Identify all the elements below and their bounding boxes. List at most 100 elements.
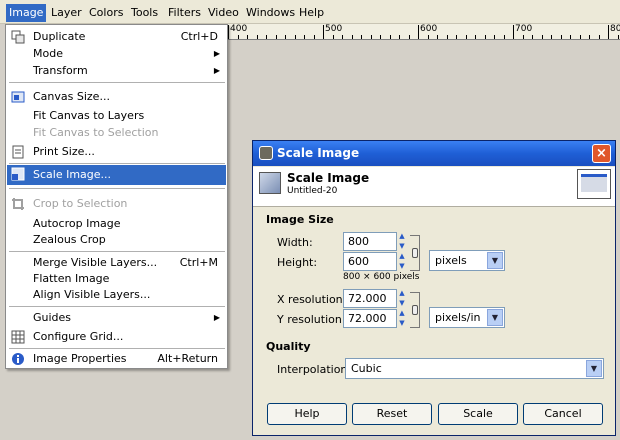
menu-windows[interactable]: Windows <box>243 5 298 21</box>
x-resolution-input[interactable]: 72.000 <box>343 289 397 308</box>
menu-item-label: Guides <box>33 311 72 324</box>
menu-item-transform[interactable]: Transform ▶ <box>7 62 226 80</box>
menu-item-image-properties[interactable]: Image Properties Alt+Return <box>7 350 226 368</box>
submenu-arrow-icon: ▶ <box>213 49 220 58</box>
ruler-tick <box>228 25 229 39</box>
ruler-tick <box>247 35 248 39</box>
menu-separator <box>9 188 225 189</box>
menu-item-label: Crop to Selection <box>33 197 128 210</box>
height-label: Height: <box>277 256 318 269</box>
menu-colors[interactable]: Colors <box>86 5 126 21</box>
menu-item-label: Scale Image... <box>33 168 112 181</box>
menu-item-mode[interactable]: Mode ▶ <box>7 45 226 63</box>
menu-item-zealous-crop[interactable]: Zealous Crop <box>7 231 226 249</box>
menu-item-print-size[interactable]: Print Size... <box>7 143 226 161</box>
ruler-tick <box>257 35 258 39</box>
header-title: Scale Image <box>287 171 370 185</box>
duplicate-icon <box>11 30 25 44</box>
menu-item-configure-grid[interactable]: Configure Grid... <box>7 328 226 346</box>
ruler-tick <box>532 35 533 39</box>
ruler-tick <box>428 35 429 39</box>
chevron-down-icon: ▼ <box>487 252 503 269</box>
app-icon <box>259 146 273 160</box>
x-resolution-spinner[interactable]: ▲ ▼ <box>397 289 407 308</box>
menu-separator <box>9 306 225 307</box>
size-note: 800 × 600 pixels <box>343 272 420 282</box>
ruler-tick <box>333 35 334 39</box>
interpolation-select[interactable]: Cubic ▼ <box>345 358 604 379</box>
menu-filters[interactable]: Filters <box>165 5 204 21</box>
menu-tools[interactable]: Tools <box>128 5 161 21</box>
resolution-unit-select[interactable]: pixels/in ▼ <box>429 307 505 328</box>
cancel-button[interactable]: Cancel <box>523 403 603 425</box>
y-resolution-input[interactable]: 72.000 <box>343 309 397 328</box>
menu-separator <box>9 251 225 252</box>
scale-image-dialog: Scale Image × Scale Image Untitled-20 Im… <box>252 140 616 436</box>
grid-icon <box>11 330 25 344</box>
ruler-tick <box>390 35 391 39</box>
menu-item-label: Mode <box>33 47 63 60</box>
ruler-tick <box>323 25 324 39</box>
help-button[interactable]: Help <box>267 403 347 425</box>
horizontal-ruler[interactable]: 400 500 600 700 800 <box>228 24 620 40</box>
ruler-tick <box>580 35 581 39</box>
ruler-tick <box>447 35 448 39</box>
ruler-tick <box>618 35 619 39</box>
width-spinner[interactable]: ▲ ▼ <box>397 232 407 251</box>
ruler-tick <box>608 25 609 39</box>
crop-icon <box>11 197 25 211</box>
menu-help[interactable]: Help <box>296 5 327 21</box>
scale-image-icon <box>11 167 25 181</box>
submenu-arrow-icon: ▶ <box>213 66 220 75</box>
height-spinner[interactable]: ▲ ▼ <box>397 252 407 271</box>
menu-item-fit-canvas-layers[interactable]: Fit Canvas to Layers <box>7 107 226 125</box>
print-size-icon <box>11 145 25 159</box>
ruler-tick <box>285 35 286 39</box>
menu-item-align-visible[interactable]: Align Visible Layers... <box>7 286 226 304</box>
menu-layer[interactable]: Layer <box>48 5 85 21</box>
ruler-tick <box>266 35 267 39</box>
ruler-tick <box>371 35 372 39</box>
ruler-tick <box>238 35 239 39</box>
ruler-tick <box>523 35 524 39</box>
ruler-tick <box>456 35 457 39</box>
menu-item-scale-image[interactable]: Scale Image... <box>7 165 226 185</box>
ruler-tick <box>466 35 467 39</box>
resolution-unit-value: pixels/in <box>435 311 481 324</box>
scale-button[interactable]: Scale <box>438 403 518 425</box>
ruler-tick <box>352 35 353 39</box>
chevron-down-icon: ▼ <box>487 309 503 326</box>
dialog-titlebar[interactable]: Scale Image × <box>253 141 615 166</box>
reset-button[interactable]: Reset <box>352 403 432 425</box>
dialog-title: Scale Image <box>277 146 360 160</box>
menu-video[interactable]: Video <box>205 5 242 21</box>
interpolation-label: Interpolation: <box>277 363 352 376</box>
ruler-tick <box>570 35 571 39</box>
menu-item-label: Zealous Crop <box>33 233 106 246</box>
image-menu: Duplicate Ctrl+D Mode ▶ Transform ▶ Canv… <box>5 24 228 369</box>
menu-item-canvas-size[interactable]: Canvas Size... <box>7 88 226 106</box>
menu-item-label: Print Size... <box>33 145 95 158</box>
dialog-header: Scale Image Untitled-20 <box>253 167 615 207</box>
y-resolution-spinner[interactable]: ▲ ▼ <box>397 309 407 328</box>
size-unit-select[interactable]: pixels ▼ <box>429 250 505 271</box>
y-resolution-label: Y resolution: <box>277 313 346 326</box>
ruler-tick <box>504 35 505 39</box>
width-input[interactable]: 800 <box>343 232 397 251</box>
menu-item-label: Duplicate <box>33 30 86 43</box>
x-resolution-label: X resolution: <box>277 293 347 306</box>
ruler-tick <box>342 35 343 39</box>
close-button[interactable]: × <box>592 144 611 163</box>
scale-image-icon <box>259 172 281 194</box>
ruler-tick <box>304 35 305 39</box>
shortcut-label: Alt+Return <box>157 352 218 365</box>
menu-separator <box>9 163 225 164</box>
width-label: Width: <box>277 236 313 249</box>
header-subtitle: Untitled-20 <box>287 186 338 196</box>
menu-item-guides[interactable]: Guides ▶ <box>7 309 226 327</box>
menu-image[interactable]: Image <box>6 4 47 22</box>
height-input[interactable]: 600 <box>343 252 397 271</box>
ruler-tick <box>599 35 600 39</box>
menu-item-duplicate[interactable]: Duplicate Ctrl+D <box>7 28 226 46</box>
ruler-tick <box>551 35 552 39</box>
